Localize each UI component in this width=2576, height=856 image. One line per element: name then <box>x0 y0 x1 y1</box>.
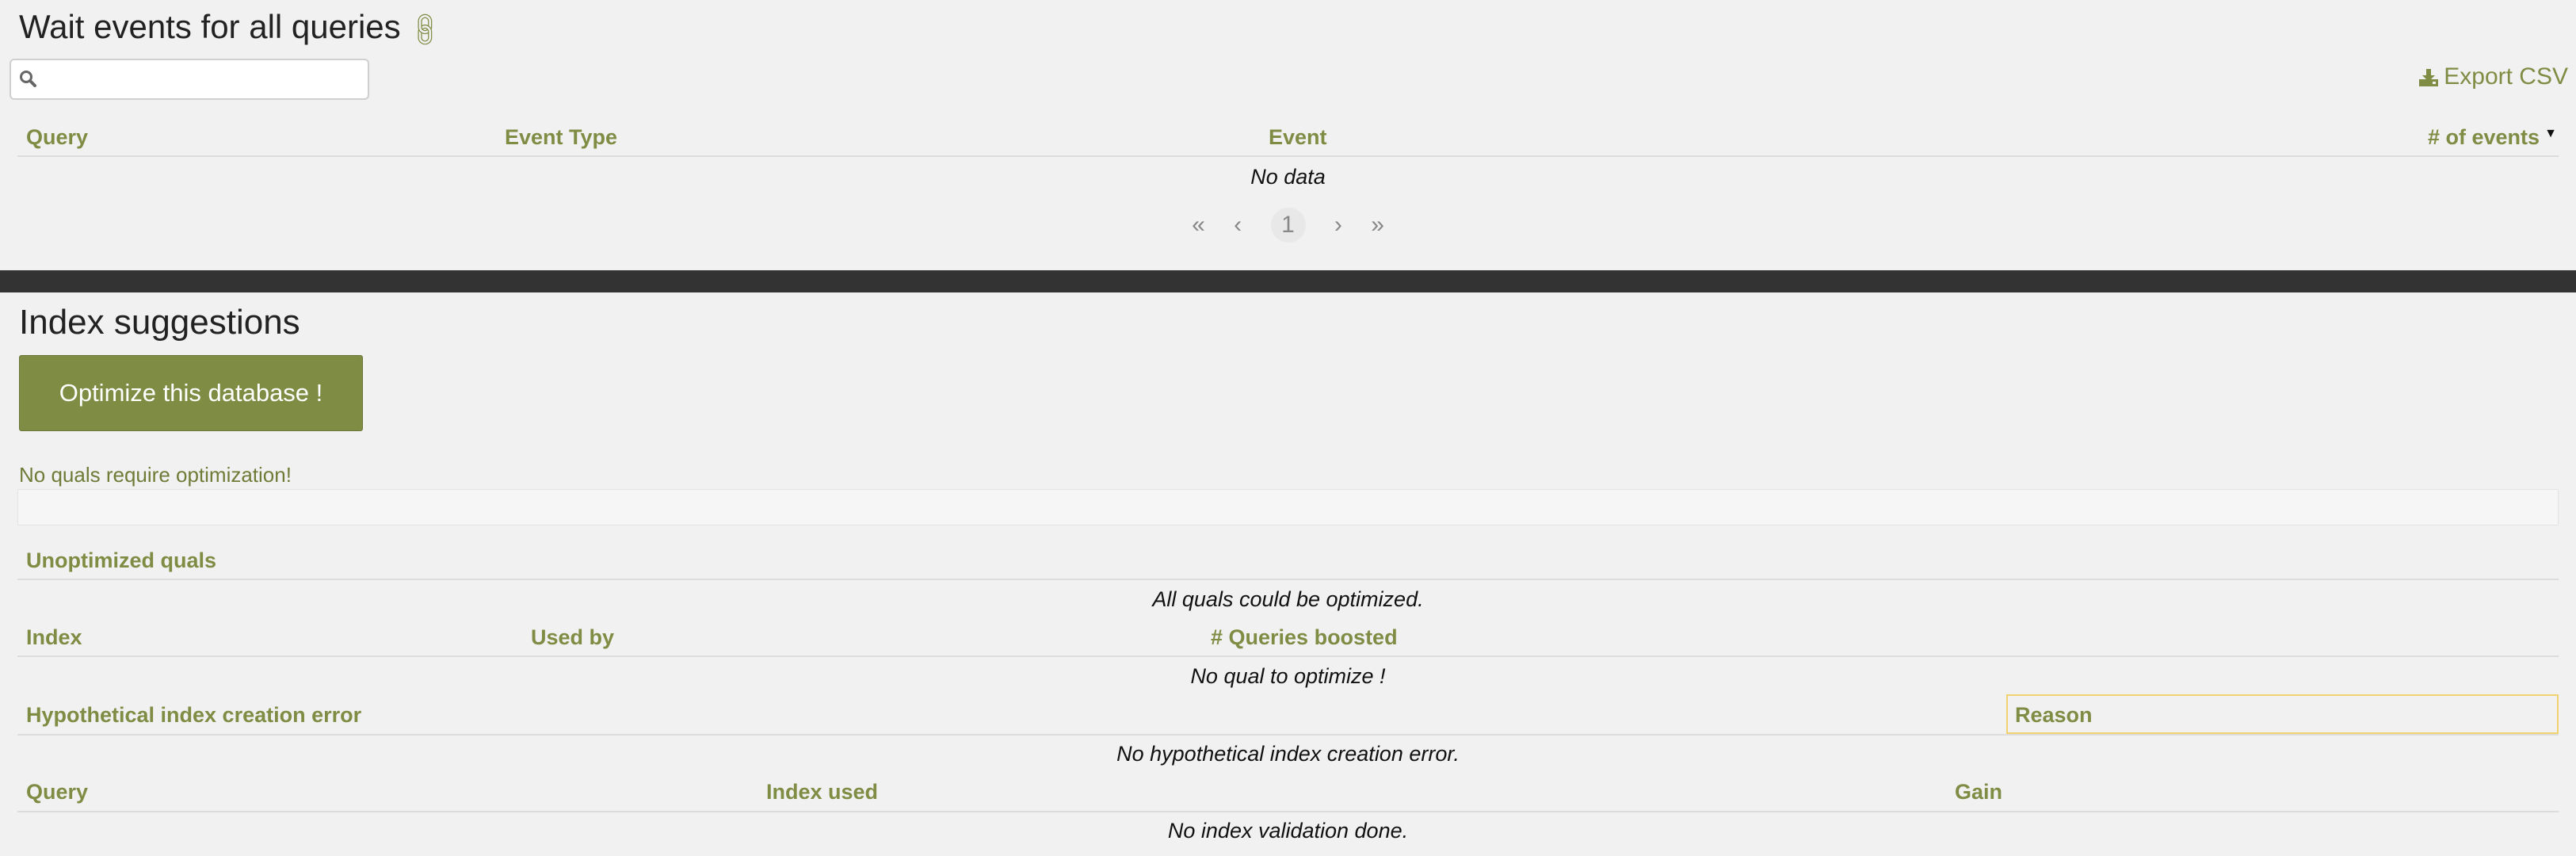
export-csv-label: Export CSV <box>2444 63 2568 90</box>
column-header-hypothetical-error[interactable]: Hypothetical index creation error <box>26 703 361 728</box>
first-page-button[interactable]: « <box>1192 212 1205 239</box>
validation-empty-message: No index validation done. <box>1167 819 1409 843</box>
section-divider <box>0 270 2576 292</box>
optimize-database-button[interactable]: Optimize this database ! <box>19 355 363 431</box>
index-empty-message: No qual to optimize ! <box>1190 664 1386 688</box>
sort-desc-icon: ▼ <box>2544 127 2557 140</box>
index-suggestions-title: Index suggestions <box>19 303 300 342</box>
column-header-reason[interactable]: Reason <box>2015 703 2093 728</box>
wait-events-title-text: Wait events for all queries <box>19 8 401 45</box>
wait-events-title: Wait events for all queries 🔗︎ <box>19 8 446 51</box>
header-divider <box>17 155 2559 157</box>
unoptimized-quals-header[interactable]: Unoptimized quals <box>26 548 216 573</box>
index-divider <box>17 655 2559 657</box>
next-page-button[interactable]: › <box>1334 212 1342 239</box>
errors-divider <box>17 734 2559 736</box>
validation-divider <box>17 811 2559 812</box>
column-header-gain[interactable]: Gain <box>1955 780 2002 804</box>
empty-results-panel <box>17 489 2559 525</box>
column-header-index[interactable]: Index <box>26 625 82 650</box>
prev-page-button[interactable]: ‹ <box>1234 212 1242 239</box>
column-header-num-events[interactable]: # of events ▼ <box>2427 125 2557 150</box>
column-header-query[interactable]: Query <box>26 125 88 150</box>
column-header-queries-boosted[interactable]: # Queries boosted <box>1211 625 1398 650</box>
link-icon[interactable]: 🔗︎ <box>403 7 447 52</box>
search-icon <box>20 71 36 87</box>
optimization-status: No quals require optimization! <box>19 463 292 487</box>
column-header-event[interactable]: Event <box>1269 125 1327 150</box>
column-header-num-events-label: # of events <box>2427 125 2540 149</box>
export-csv-link[interactable]: Export CSV <box>2418 63 2568 90</box>
column-header-used-by[interactable]: Used by <box>531 625 614 650</box>
column-header-event-type[interactable]: Event Type <box>505 125 617 150</box>
column-header-index-used[interactable]: Index used <box>766 780 878 804</box>
search-input[interactable] <box>46 65 363 97</box>
unoptimized-empty-message: All quals could be optimized. <box>1152 587 1424 611</box>
column-header-validation-query[interactable]: Query <box>26 780 88 804</box>
last-page-button[interactable]: » <box>1371 212 1384 239</box>
pagination: « ‹ 1 › » <box>0 208 2576 243</box>
unoptimized-divider <box>17 579 2559 580</box>
search-field[interactable] <box>10 59 369 100</box>
download-icon <box>2419 69 2439 87</box>
page-1-button[interactable]: 1 <box>1270 208 1306 243</box>
errors-empty-message: No hypothetical index creation error. <box>1116 742 1460 766</box>
wait-events-empty-message: No data <box>1250 165 1326 189</box>
